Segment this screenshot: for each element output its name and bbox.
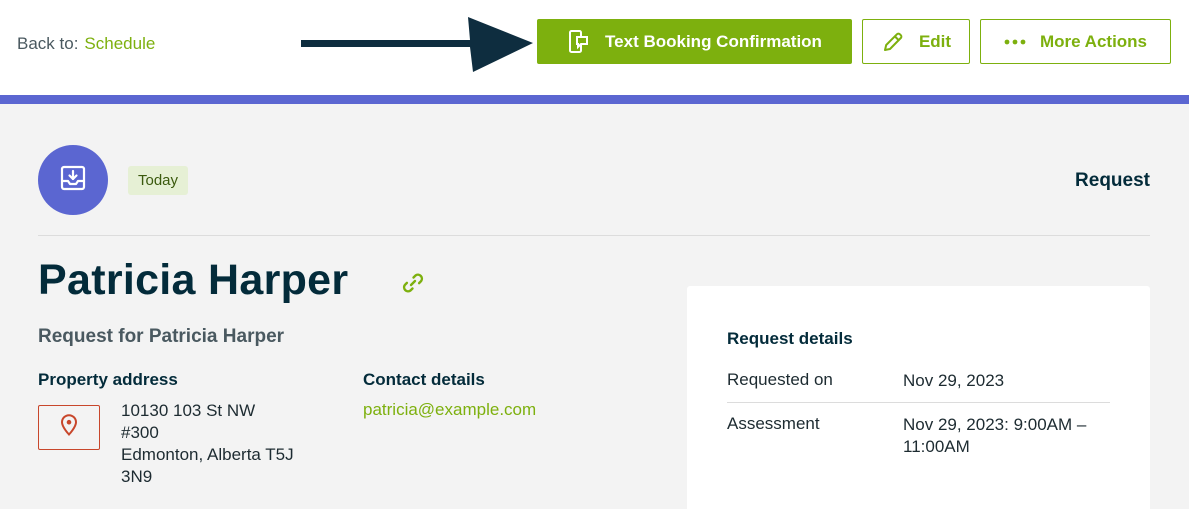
detail-label: Assessment xyxy=(727,414,820,433)
record-type-label: Request xyxy=(1075,170,1150,191)
breadcrumb: Back to: Schedule xyxy=(17,34,155,54)
status-accent-bar xyxy=(0,95,1189,104)
request-content: Today Request Patricia Harper Request fo… xyxy=(0,104,1189,509)
back-prefix: Back to: xyxy=(17,34,79,53)
request-subtitle: Request for Patricia Harper xyxy=(38,326,285,347)
address-line-2: #300 xyxy=(121,423,159,442)
more-actions-label: More Actions xyxy=(1039,31,1148,51)
divider xyxy=(38,235,1150,236)
text-booking-confirmation-label: Text Booking Confirmation xyxy=(605,31,822,51)
address-line-4: 3N9 xyxy=(121,467,153,486)
contact-details-heading: Contact details xyxy=(363,370,485,389)
detail-value: Nov 29, 2023 xyxy=(903,371,1005,390)
map-pin-button[interactable] xyxy=(38,405,100,450)
top-bar: Back to: Schedule Text Booking Confirmati… xyxy=(0,0,1189,95)
page-title: Patricia Harper xyxy=(38,256,349,304)
address-line-1: 10130 103 St NW xyxy=(121,401,256,420)
text-message-icon xyxy=(567,29,591,55)
detail-label: Requested on xyxy=(727,370,833,389)
contact-email-link[interactable]: patricia@example.com xyxy=(363,400,536,420)
more-actions-button[interactable]: More Actions xyxy=(980,19,1171,64)
request-details-heading: Request details xyxy=(727,329,853,348)
pencil-icon xyxy=(881,30,905,54)
ellipsis-icon xyxy=(1004,39,1026,45)
detail-row: Requested on Nov 29, 2023 xyxy=(727,370,1110,403)
detail-value: Nov 29, 2023: 9:00AM – 11:00AM xyxy=(903,415,1087,456)
property-address-heading: Property address xyxy=(38,370,178,389)
text-booking-confirmation-button[interactable]: Text Booking Confirmation xyxy=(537,19,852,64)
status-badge: Today xyxy=(128,166,189,195)
edit-button[interactable]: Edit xyxy=(862,19,970,64)
link-icon[interactable] xyxy=(400,270,426,301)
property-address: 10130 103 St NW #300 Edmonton, Alberta T… xyxy=(121,400,336,488)
request-avatar xyxy=(38,145,108,215)
back-to-schedule-link[interactable]: Schedule xyxy=(84,34,155,53)
map-pin-icon xyxy=(60,414,78,441)
address-line-3: Edmonton, Alberta T5J xyxy=(121,445,294,464)
inbox-download-icon xyxy=(59,164,87,197)
request-details-card: Request details Requested on Nov 29, 202… xyxy=(687,286,1150,509)
edit-label: Edit xyxy=(918,31,952,51)
annotation-arrow-icon xyxy=(301,17,533,72)
